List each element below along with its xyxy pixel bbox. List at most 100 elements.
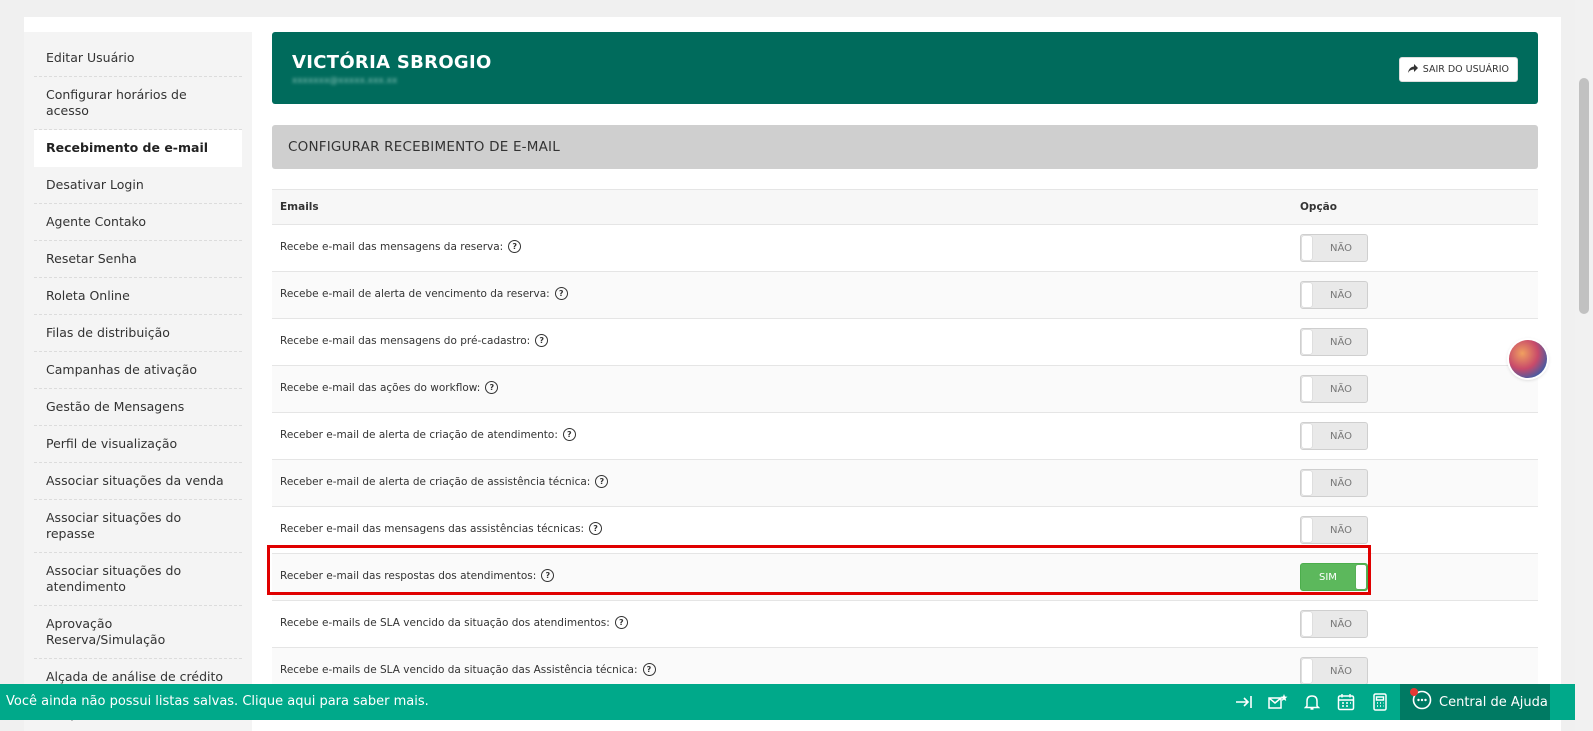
toggle-value: NÃO [1330, 337, 1353, 348]
table-row: Recebe e-mail de alerta de vencimento da… [272, 272, 1538, 319]
sidebar-item-editar-usuario[interactable]: Editar Usuário [34, 40, 242, 77]
row-label: Receber e-mail de alerta de criação de a… [280, 475, 609, 488]
mail-star-icon[interactable] [1268, 692, 1288, 712]
row-label-text: Recebe e-mail das ações do workflow: [280, 381, 481, 394]
notification-dot [1410, 688, 1418, 696]
email-toggle[interactable]: NÃO [1300, 516, 1368, 544]
row-label-text: Recebe e-mails de SLA vencido da situaçã… [280, 663, 638, 676]
table-row: Receber e-mail das respostas dos atendim… [272, 554, 1538, 601]
toggle-knob [1302, 330, 1312, 354]
table-row: Receber e-mail de alerta de criação de a… [272, 460, 1538, 507]
row-label-text: Recebe e-mails de SLA vencido da situaçã… [280, 616, 610, 629]
row-label: Recebe e-mails de SLA vencido da situaçã… [280, 663, 656, 676]
row-label-text: Receber e-mail das mensagens das assistê… [280, 522, 585, 535]
help-icon[interactable]: ? [485, 381, 499, 394]
sidebar-item-situacoes-repasse[interactable]: Associar situações do repasse [34, 500, 242, 553]
help-icon[interactable]: ? [562, 428, 576, 441]
row-label: Receber e-mail das mensagens das assistê… [280, 522, 603, 535]
row-label: Recebe e-mail das mensagens da reserva:? [280, 240, 522, 253]
sidebar-item-campanhas-ativacao[interactable]: Campanhas de ativação [34, 352, 242, 389]
saved-lists-message[interactable]: Você ainda não possui listas salvas. Cli… [6, 694, 429, 709]
page-scrollbar[interactable] [1575, 0, 1593, 731]
toggle-value: NÃO [1330, 290, 1353, 301]
help-icon[interactable]: ? [614, 616, 628, 629]
footer-bar: Você ainda não possui listas salvas. Cli… [0, 684, 1575, 720]
sidebar-item-horarios-acesso[interactable]: Configurar horários de acesso [34, 77, 242, 130]
share-arrow-icon [1407, 63, 1418, 76]
table-header: Emails Opção [272, 189, 1538, 225]
help-icon[interactable]: ? [508, 240, 522, 253]
assistant-bubble[interactable] [1509, 340, 1547, 378]
email-toggle[interactable]: NÃO [1300, 328, 1368, 356]
row-label: Recebe e-mail das mensagens do pré-cadas… [280, 334, 549, 347]
row-label: Recebe e-mails de SLA vencido da situaçã… [280, 616, 628, 629]
calculator-icon[interactable] [1370, 692, 1390, 712]
email-toggle[interactable]: NÃO [1300, 610, 1368, 638]
help-icon[interactable]: ? [595, 475, 609, 488]
scrollbar-thumb[interactable] [1579, 78, 1589, 314]
section-title: CONFIGURAR RECEBIMENTO DE E-MAIL [272, 125, 1538, 169]
toggle-knob [1302, 518, 1312, 542]
sidebar-item-roleta-online[interactable]: Roleta Online [34, 278, 242, 315]
bell-icon[interactable] [1302, 692, 1322, 712]
toggle-value: NÃO [1330, 243, 1353, 254]
table-row: Recebe e-mails de SLA vencido da situaçã… [272, 601, 1538, 648]
toggle-value: NÃO [1330, 619, 1353, 630]
help-center-button[interactable]: Central de Ajuda [1400, 684, 1550, 720]
sidebar-item-perfil-visualizacao[interactable]: Perfil de visualização [34, 426, 242, 463]
row-label: Recebe e-mail de alerta de vencimento da… [280, 287, 568, 300]
user-name: VICTÓRIA SBROGIO [292, 52, 492, 73]
email-settings-table: Emails Opção Recebe e-mail das mensagens… [272, 189, 1538, 695]
email-toggle[interactable]: NÃO [1300, 375, 1368, 403]
toggle-value: NÃO [1330, 666, 1353, 677]
email-toggle[interactable]: NÃO [1300, 657, 1368, 685]
row-label-text: Receber e-mail das respostas dos atendim… [280, 569, 537, 582]
email-toggle[interactable]: NÃO [1300, 469, 1368, 497]
section-title-text: CONFIGURAR RECEBIMENTO DE E-MAIL [288, 139, 560, 155]
email-toggle[interactable]: NÃO [1300, 422, 1368, 450]
email-toggle[interactable]: SIM [1300, 563, 1368, 591]
toggle-value: SIM [1319, 572, 1337, 583]
sidebar-item-filas-distribuicao[interactable]: Filas de distribuição [34, 315, 242, 352]
help-icon[interactable]: ? [642, 663, 656, 676]
footer-icons [1234, 692, 1390, 712]
help-icon[interactable]: ? [535, 334, 549, 347]
sidebar-item-aprovacao-reserva[interactable]: Aprovação Reserva/Simulação [34, 606, 242, 659]
sidebar-item-resetar-senha[interactable]: Resetar Senha [34, 241, 242, 278]
column-header-opcao: Opção [1300, 201, 1337, 213]
help-icon[interactable]: ? [554, 287, 568, 300]
collapse-arrow-icon[interactable] [1234, 692, 1254, 712]
column-header-emails: Emails [280, 201, 319, 213]
row-label-text: Recebe e-mail das mensagens da reserva: [280, 240, 504, 253]
toggle-knob [1302, 377, 1312, 401]
table-row: Recebe e-mail das mensagens da reserva:?… [272, 225, 1538, 272]
sidebar-item-recebimento-email[interactable]: Recebimento de e-mail [34, 130, 242, 167]
logout-button[interactable]: SAIR DO USUÁRIO [1398, 57, 1518, 82]
help-icon[interactable]: ? [589, 522, 603, 535]
sidebar-item-desativar-login[interactable]: Desativar Login [34, 167, 242, 204]
help-icon[interactable]: ? [541, 569, 555, 582]
toggle-value: NÃO [1330, 478, 1353, 489]
sidebar-item-gestao-mensagens[interactable]: Gestão de Mensagens [34, 389, 242, 426]
page-container: Editar Usuário Configurar horários de ac… [24, 17, 1561, 731]
toggle-value: NÃO [1330, 384, 1353, 395]
email-toggle[interactable]: NÃO [1300, 234, 1368, 262]
logout-label: SAIR DO USUÁRIO [1422, 64, 1509, 75]
email-toggle[interactable]: NÃO [1300, 281, 1368, 309]
toggle-knob [1356, 565, 1366, 589]
toggle-knob [1302, 283, 1312, 307]
table-row: Recebe e-mail das mensagens do pré-cadas… [272, 319, 1538, 366]
sidebar-item-situacoes-atendimento[interactable]: Associar situações do atendimento [34, 553, 242, 606]
row-label-text: Recebe e-mail de alerta de vencimento da… [280, 287, 550, 300]
table-row: Recebe e-mail das ações do workflow:? NÃO [272, 366, 1538, 413]
table-row: Receber e-mail de alerta de criação de a… [272, 413, 1538, 460]
sidebar-item-agente-contako[interactable]: Agente Contako [34, 204, 242, 241]
sidebar-item-situacoes-venda[interactable]: Associar situações da venda [34, 463, 242, 500]
calendar-icon[interactable] [1336, 692, 1356, 712]
toggle-value: NÃO [1330, 431, 1353, 442]
row-label-text: Recebe e-mail das mensagens do pré-cadas… [280, 334, 531, 347]
sidebar: Editar Usuário Configurar horários de ac… [24, 32, 252, 731]
row-label: Receber e-mail de alerta de criação de a… [280, 428, 576, 441]
toggle-knob [1302, 424, 1312, 448]
table-row: Receber e-mail das mensagens das assistê… [272, 507, 1538, 554]
